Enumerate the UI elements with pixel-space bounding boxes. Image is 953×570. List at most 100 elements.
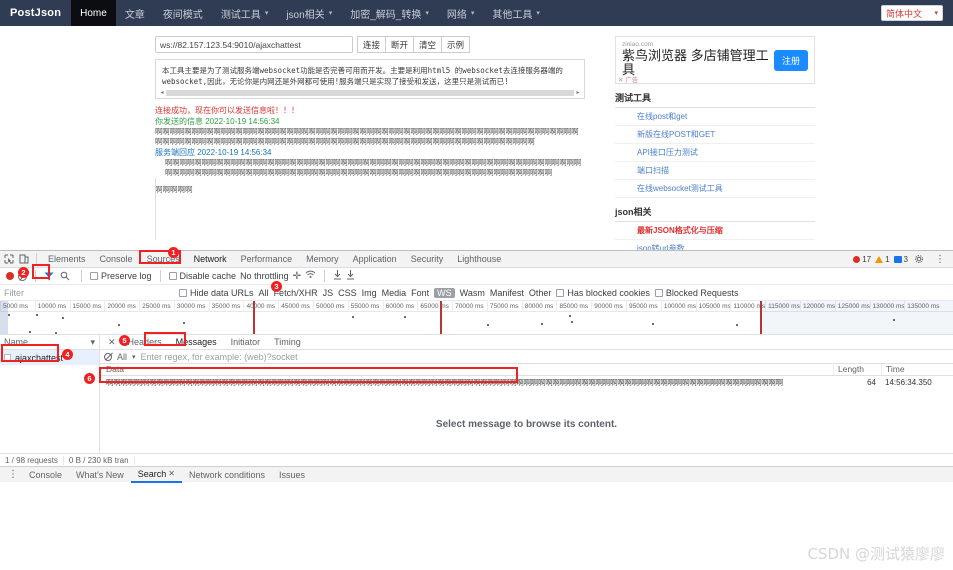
filter-type-js[interactable]: JS xyxy=(323,288,334,298)
sidebar-link-new-post-get[interactable]: 新版在线POST和GET xyxy=(615,126,815,144)
column-header-time[interactable]: Time xyxy=(881,364,953,375)
sidebar-link-api-stress-test[interactable]: API接口压力测试 xyxy=(615,144,815,162)
connect-button[interactable]: 连接 xyxy=(357,36,387,53)
device-toolbar-icon[interactable] xyxy=(17,253,31,266)
log-reply-label: 服务端回应 2022-10-19 14:56:34 xyxy=(155,148,272,157)
import-har-icon[interactable] xyxy=(333,269,342,283)
nav-item-night-mode[interactable]: 夜间模式 xyxy=(154,0,212,26)
language-select[interactable]: 简体中文 ▾ xyxy=(881,5,943,21)
devtools-tab-memory[interactable]: Memory xyxy=(299,251,346,268)
nav-item-network[interactable]: 网络 ▾ xyxy=(438,0,484,26)
drawer-tab-whats-new[interactable]: What's New xyxy=(69,467,131,483)
filter-icon[interactable]: ▾ xyxy=(90,337,95,348)
detail-tab-timing[interactable]: Timing xyxy=(267,335,308,350)
drawer-tab-network-conditions[interactable]: Network conditions xyxy=(182,467,272,483)
websocket-url-input[interactable]: ws://82.157.123.54:9010/ajaxchattest xyxy=(155,36,353,53)
example-button[interactable]: 示例 xyxy=(441,36,471,53)
record-icon[interactable] xyxy=(6,272,14,280)
hide-data-urls-checkbox[interactable]: Hide data URLs xyxy=(179,288,254,298)
network-overview-timeline[interactable]: 5000 ms 10000 ms 15000 ms 20000 ms 25000 ms 3… xyxy=(0,301,953,335)
filter-type-wasm[interactable]: Wasm xyxy=(460,288,485,298)
description-scrollbar[interactable]: ◂ ▸ xyxy=(158,89,582,96)
drawer-tab-search[interactable]: Search ✕ xyxy=(130,467,182,483)
filter-type-manifest[interactable]: Manifest xyxy=(490,288,524,298)
filter-input[interactable]: Filter xyxy=(4,288,174,298)
filter-type-other[interactable]: Other xyxy=(529,288,552,298)
devtools-tab-lighthouse[interactable]: Lighthouse xyxy=(450,251,508,268)
sidebar-link-port-scan[interactable]: 端口扫描 xyxy=(615,162,815,180)
devtools-tab-security[interactable]: Security xyxy=(404,251,451,268)
clear-button[interactable]: 清空 xyxy=(413,36,443,53)
chevron-down-icon[interactable]: ▾ xyxy=(132,353,136,361)
nav-item-articles[interactable]: 文章 xyxy=(116,0,154,26)
throttling-select[interactable]: No throttling xyxy=(240,271,289,281)
close-icon[interactable]: ✕ xyxy=(168,469,175,478)
nav-item-home[interactable]: Home xyxy=(71,0,116,26)
close-icon[interactable]: ✕ xyxy=(103,337,121,348)
filter-type-css[interactable]: CSS xyxy=(338,288,357,298)
plus-icon[interactable]: ✛ xyxy=(293,271,301,282)
filter-type-img[interactable]: Img xyxy=(362,288,377,298)
timeline-selection-handle-left[interactable] xyxy=(0,301,8,334)
network-conditions-icon[interactable] xyxy=(305,270,316,282)
disconnect-button[interactable]: 断开 xyxy=(385,36,415,53)
scroll-right-icon[interactable]: ▸ xyxy=(574,89,582,96)
search-icon[interactable] xyxy=(58,270,72,283)
devtools-tab-application[interactable]: Application xyxy=(346,251,404,268)
devtools-tab-elements[interactable]: Elements xyxy=(41,251,93,268)
warning-badge[interactable]: 1 xyxy=(875,255,890,264)
disable-cache-checkbox[interactable]: Disable cache xyxy=(168,271,236,281)
filter-type-all[interactable]: All xyxy=(259,288,269,298)
hide-data-urls-label: Hide data URLs xyxy=(190,287,254,298)
ad-close-label[interactable]: ✕ 广告 xyxy=(618,74,638,84)
nav-item-test-tools[interactable]: 测试工具 ▾ xyxy=(212,0,278,26)
export-har-icon[interactable] xyxy=(346,269,355,283)
clear-icon[interactable] xyxy=(104,352,112,361)
request-row-ajaxchattest[interactable]: ajaxchattest xyxy=(0,350,99,365)
filter-type-media[interactable]: Media xyxy=(382,288,407,298)
error-badge[interactable]: 17 xyxy=(853,255,871,264)
advertisement-card[interactable]: ziniao.com 紫鸟浏览器 多店铺管理工具 注册 ✕ 广告 xyxy=(615,36,815,84)
message-table-row[interactable]: 啊啊啊啊啊啊啊啊啊啊啊啊啊啊啊啊啊啊啊啊啊啊啊啊啊啊啊啊啊啊啊啊啊啊啊啊啊啊啊啊… xyxy=(100,376,953,389)
detail-tab-messages[interactable]: Messages xyxy=(169,335,224,350)
nav-item-json[interactable]: json相关 ▾ xyxy=(277,0,341,26)
filter-type-font[interactable]: Font xyxy=(411,288,429,298)
sidebar-link-online-post-get[interactable]: 在线post和get xyxy=(615,108,815,126)
scroll-left-icon[interactable]: ◂ xyxy=(158,89,166,96)
inspect-element-icon[interactable] xyxy=(2,253,16,266)
filter-type-ws[interactable]: WS xyxy=(434,287,455,298)
preserve-log-checkbox[interactable]: Preserve log xyxy=(90,271,152,281)
more-vertical-icon[interactable]: ⋮ xyxy=(931,254,949,265)
blocked-requests-checkbox[interactable]: Blocked Requests xyxy=(654,288,738,298)
scrollbar-track[interactable] xyxy=(166,89,574,96)
drawer-tab-console[interactable]: Console xyxy=(22,467,69,483)
nav-label: 其他工具 xyxy=(492,9,533,21)
tool-description-box: 本工具主要是为了测试服务端websocket功能是否完善可用而开发。主要是利用h… xyxy=(155,59,585,99)
filter-icon[interactable] xyxy=(44,272,54,281)
column-header-data[interactable]: Data xyxy=(100,364,833,375)
more-vertical-icon[interactable]: ⋮ xyxy=(4,469,22,480)
devtools-tabbar-right: 17 1 3 ⋮ xyxy=(853,253,953,266)
detail-tab-initiator[interactable]: Initiator xyxy=(224,335,268,350)
message-type-select[interactable]: All xyxy=(117,352,127,362)
nav-item-other-tools[interactable]: 其他工具 ▾ xyxy=(483,0,549,26)
message-input-echo[interactable]: 啊啊啊啊啊 xyxy=(155,184,585,195)
request-list-header: Name ▾ xyxy=(0,335,99,350)
timeline-selection-handle-right[interactable] xyxy=(760,301,762,334)
gear-icon[interactable] xyxy=(912,253,926,266)
has-blocked-cookies-checkbox[interactable]: Has blocked cookies xyxy=(556,288,650,298)
devtools-tab-sources[interactable]: Sources xyxy=(140,251,187,268)
devtools-tab-performance[interactable]: Performance xyxy=(234,251,300,268)
message-regex-input[interactable]: Enter regex, for example: (web)?socket xyxy=(141,352,298,362)
devtools-tab-network[interactable]: Network xyxy=(187,251,234,268)
drawer-tab-issues[interactable]: Issues xyxy=(272,467,312,483)
devtools-tab-console[interactable]: Console xyxy=(93,251,140,268)
message-time: 14:56:34.350 xyxy=(885,378,932,387)
column-header-length[interactable]: Length xyxy=(833,364,881,375)
message-badge[interactable]: 3 xyxy=(893,255,908,264)
nav-item-encode-decode[interactable]: 加密_解码_转换 ▾ xyxy=(341,0,438,26)
sidebar-link-json-format[interactable]: 最新JSON格式化与压缩 xyxy=(615,222,815,240)
sidebar-link-websocket-test[interactable]: 在线websocket测试工具 xyxy=(615,180,815,198)
brand-logo[interactable]: PostJson xyxy=(8,0,71,26)
ad-register-button[interactable]: 注册 xyxy=(773,50,808,71)
